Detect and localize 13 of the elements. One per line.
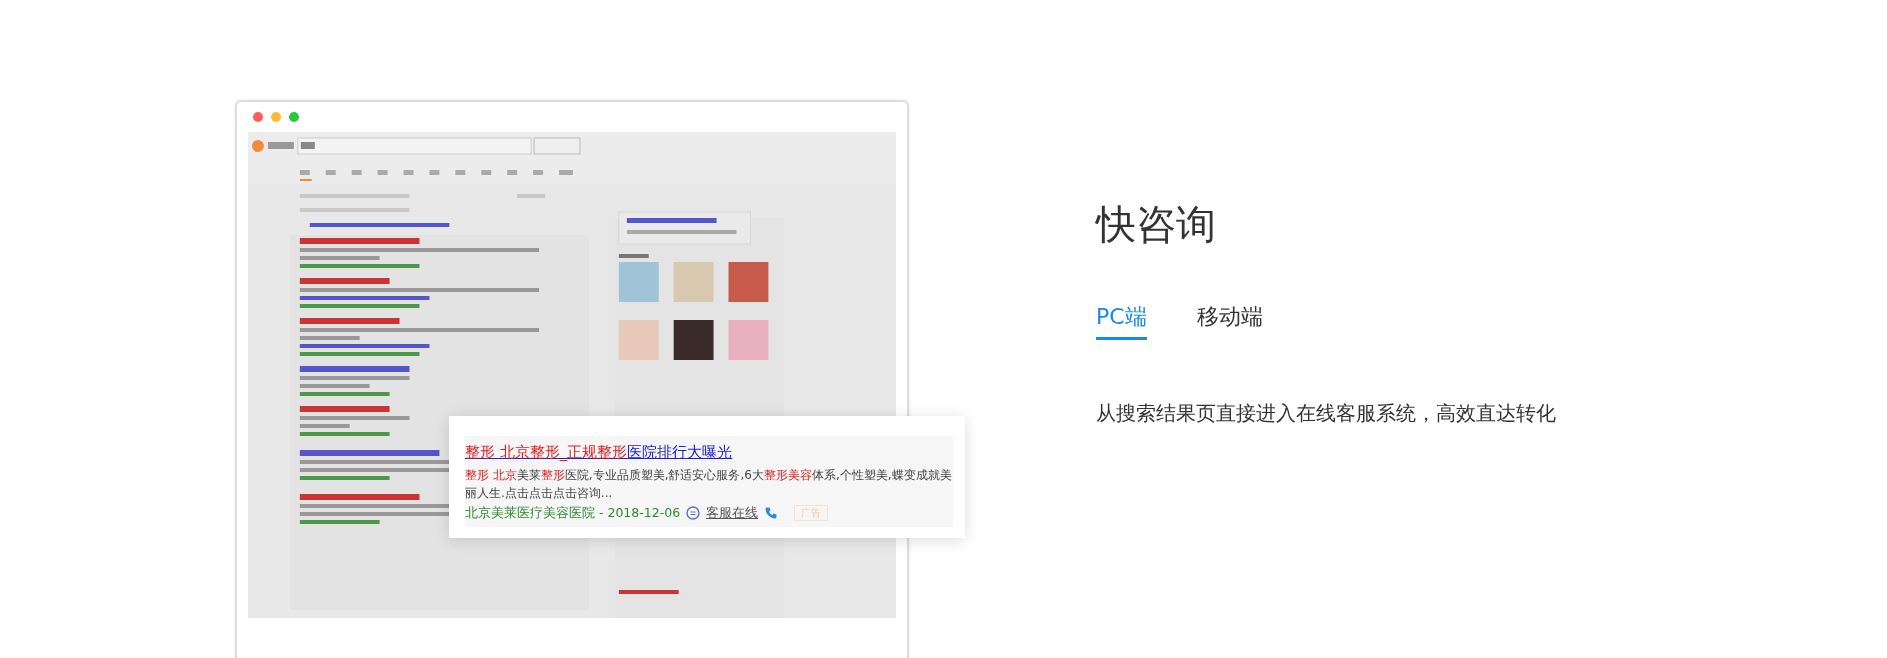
platform-tab[interactable]: 移动端 <box>1196 300 1263 340</box>
feature-title: 快咨询 <box>1096 200 1217 248</box>
chat-icon <box>686 506 701 521</box>
maximize-dot-icon <box>289 112 299 122</box>
result-source: 北京美莱医疗美容医院 - 2018-12-06 <box>465 504 681 522</box>
feature-description: 从搜索结果页直接进入在线客服系统，高效直达转化 <box>1096 400 1556 427</box>
minimize-dot-icon <box>271 112 281 122</box>
close-dot-icon <box>253 112 263 122</box>
platform-tab[interactable]: PC端 <box>1096 300 1147 340</box>
phone-icon[interactable] <box>764 506 779 521</box>
result-snippet: 整形 北京美莱整形医院,专业品质塑美,舒适安心服务,6大整形美容体系,个性塑美,蝶变成就美丽人生.点击点击点击咨询... <box>465 467 953 502</box>
customer-service-link[interactable]: 客服在线 <box>706 504 759 523</box>
ad-label: 广告 <box>794 505 829 522</box>
